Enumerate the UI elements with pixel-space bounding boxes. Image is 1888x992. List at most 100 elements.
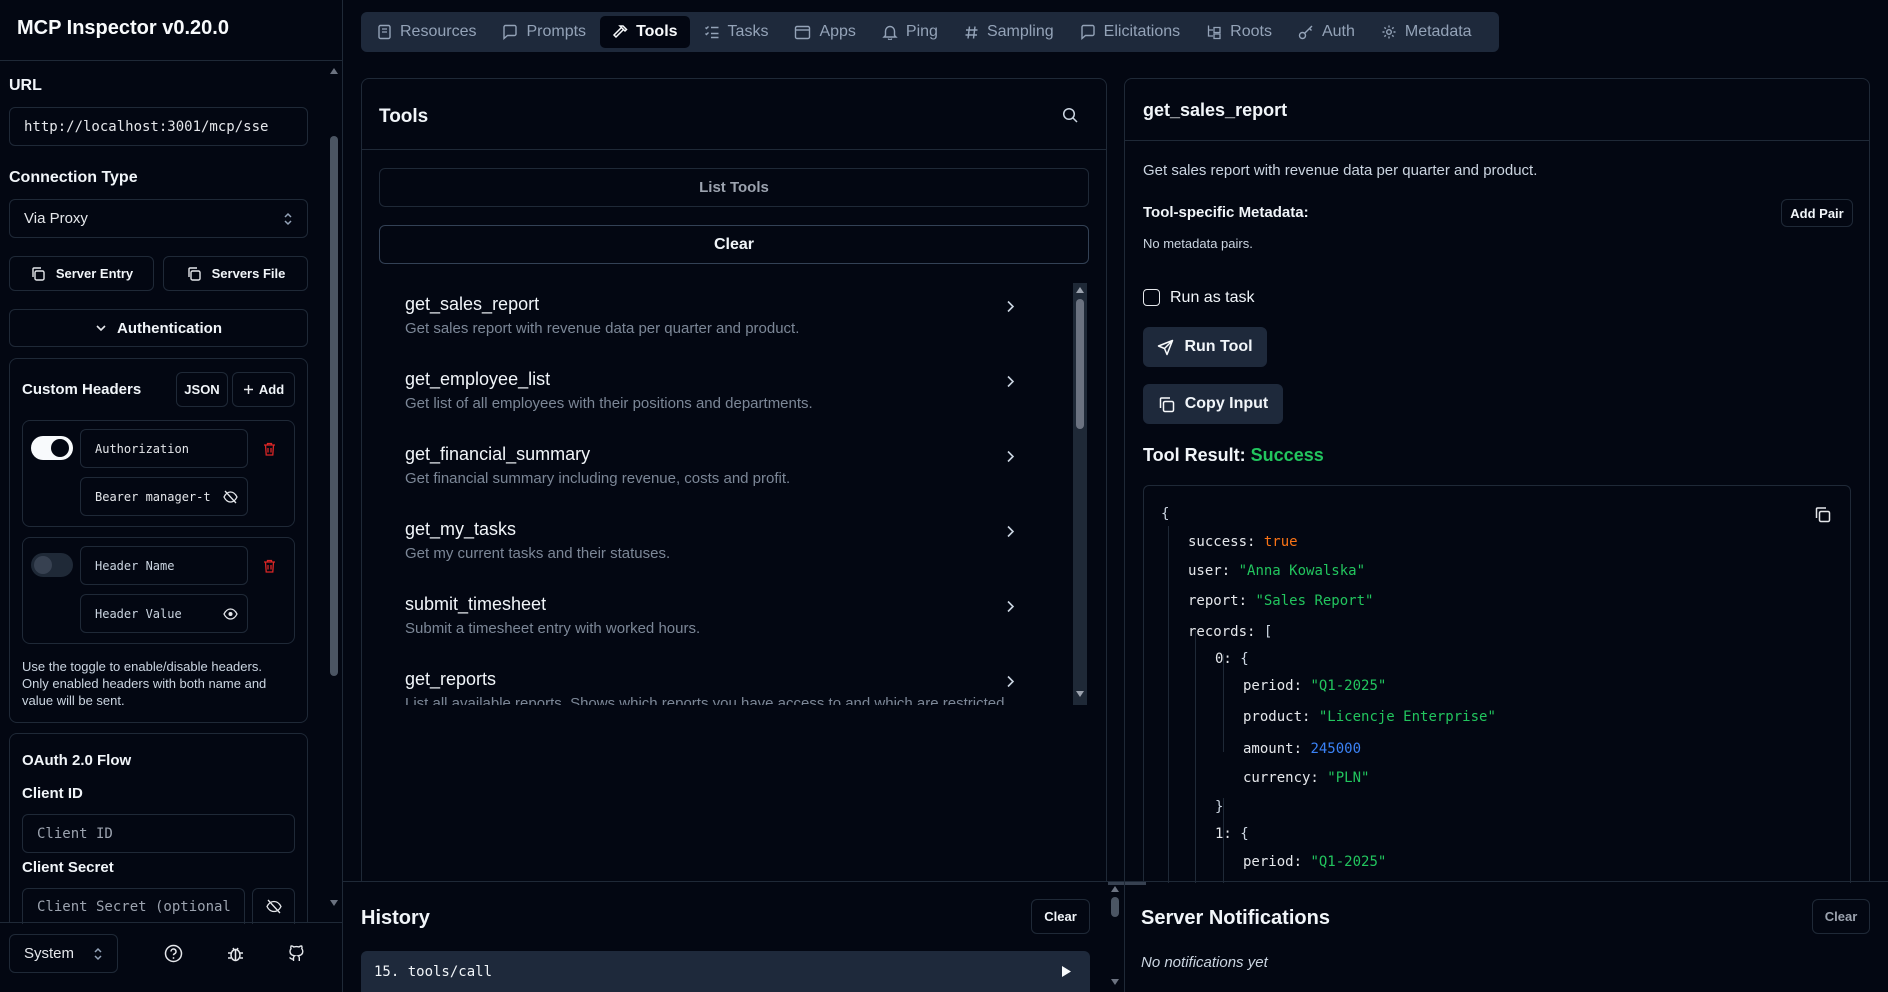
history-clear-button[interactable]: Clear bbox=[1031, 899, 1090, 934]
json-line-product: product: "Licencje Enterprise" bbox=[1243, 709, 1496, 725]
theme-select[interactable]: System bbox=[9, 934, 118, 973]
tool-item-submit-timesheet[interactable]: submit_timesheet Submit a timesheet entr… bbox=[405, 594, 1065, 664]
tab-ping[interactable]: Ping bbox=[870, 16, 950, 48]
add-header-label: Add bbox=[258, 382, 285, 397]
tab-ping-label: Ping bbox=[905, 23, 938, 40]
chevron-right-icon bbox=[1006, 675, 1015, 688]
add-header-button[interactable]: Add bbox=[232, 372, 295, 407]
tool-desc: Submit a timesheet entry with worked hou… bbox=[405, 620, 701, 637]
plus-icon bbox=[243, 384, 254, 395]
tool-name: get_my_tasks bbox=[405, 519, 517, 539]
trash-icon[interactable] bbox=[263, 442, 276, 456]
clear-tools-button[interactable]: Clear bbox=[379, 225, 1089, 264]
bell-icon bbox=[882, 24, 898, 40]
tool-result-label: Tool Result: bbox=[1143, 445, 1246, 465]
tab-auth[interactable]: Auth bbox=[1286, 16, 1367, 48]
run-as-task-checkbox[interactable] bbox=[1143, 289, 1160, 306]
json-line-idx1: 1: { bbox=[1215, 826, 1249, 842]
header-1-value-input[interactable]: Bearer manager-t⁠ bbox=[80, 477, 248, 516]
tab-roots-label: Roots bbox=[1230, 23, 1272, 40]
run-tool-button[interactable]: Run Tool bbox=[1143, 327, 1267, 367]
headers-hint: Use the toggle to enable/disable headers… bbox=[22, 659, 267, 708]
tool-list-scrollbar[interactable] bbox=[1073, 283, 1087, 705]
play-icon[interactable] bbox=[1061, 965, 1072, 978]
settings-icon bbox=[1381, 24, 1397, 40]
client-secret-label: Client Secret bbox=[22, 859, 114, 876]
copy-icon bbox=[30, 266, 46, 282]
sidebar-footer-divider bbox=[0, 922, 342, 923]
json-value: "Anna Kowalska" bbox=[1238, 563, 1366, 579]
tool-item-get-sales-report[interactable]: get_sales_report Get sales report with r… bbox=[405, 294, 1065, 364]
run-as-task-label: Run as task bbox=[1170, 289, 1255, 306]
json-line-period: period: "Q1-2025" bbox=[1243, 678, 1386, 694]
tab-apps[interactable]: Apps bbox=[782, 16, 867, 48]
tab-sampling[interactable]: Sampling bbox=[952, 16, 1066, 48]
json-guide-3 bbox=[1223, 654, 1224, 752]
no-metadata-text: No metadata pairs. bbox=[1143, 236, 1253, 251]
header-2-toggle[interactable] bbox=[31, 553, 73, 577]
url-input[interactable]: http://localhost:3001/mcp/sse bbox=[9, 107, 308, 146]
tab-bar: Resources Prompts Tools Tasks Apps Ping … bbox=[361, 12, 1499, 52]
run-tool-label: Run Tool bbox=[1184, 338, 1253, 355]
notifications-clear-button[interactable]: Clear bbox=[1812, 899, 1870, 934]
authentication-label: Authentication bbox=[117, 319, 222, 337]
header-row-2: Header Name Header Value bbox=[22, 537, 295, 644]
client-secret-input[interactable]: Client Secret (optional bbox=[22, 888, 245, 924]
tools-title: Tools bbox=[379, 106, 429, 127]
file-icon bbox=[377, 24, 392, 40]
json-line-records: records: [ bbox=[1188, 624, 1272, 640]
tab-metadata[interactable]: Metadata bbox=[1369, 16, 1484, 48]
tool-name: get_financial_summary bbox=[405, 444, 591, 464]
add-pair-button[interactable]: Add Pair bbox=[1781, 199, 1853, 227]
header-2-name-input[interactable]: Header Name bbox=[80, 546, 248, 585]
client-id-input[interactable]: Client ID bbox=[22, 814, 295, 853]
history-panel: History Clear 15. tools/call bbox=[343, 882, 1112, 992]
connection-type-select[interactable]: Via Proxy bbox=[9, 199, 308, 238]
header-2-value-input[interactable]: Header Value bbox=[80, 594, 248, 633]
tab-elicitations[interactable]: Elicitations bbox=[1068, 16, 1192, 48]
list-tools-button[interactable]: List Tools bbox=[379, 168, 1089, 207]
header-1-name-input[interactable]: Authorization bbox=[80, 429, 248, 468]
tool-item-get-employee-list[interactable]: get_employee_list Get list of all employ… bbox=[405, 369, 1065, 439]
tool-desc: List all available reports. Shows which … bbox=[405, 695, 1009, 705]
server-entry-button[interactable]: Server Entry bbox=[9, 256, 154, 291]
json-line-period-2: period: "Q1-2025" bbox=[1243, 854, 1386, 870]
tab-prompts[interactable]: Prompts bbox=[490, 16, 598, 48]
tool-name: get_reports bbox=[405, 669, 497, 689]
servers-file-button[interactable]: Servers File bbox=[163, 256, 308, 291]
servers-file-label: Servers File bbox=[211, 266, 286, 281]
tool-item-get-my-tasks[interactable]: get_my_tasks Get my current tasks and th… bbox=[405, 519, 1065, 589]
search-icon[interactable] bbox=[1062, 107, 1079, 124]
tool-item-get-reports[interactable]: get_reports List all available reports. … bbox=[405, 669, 1065, 705]
json-value: "PLN" bbox=[1327, 770, 1370, 786]
tool-item-get-financial-summary[interactable]: get_financial_summary Get financial summ… bbox=[405, 444, 1065, 514]
header-1-toggle[interactable] bbox=[31, 436, 73, 460]
copy-input-label: Copy Input bbox=[1184, 395, 1269, 412]
tool-name: submit_timesheet bbox=[405, 594, 547, 614]
bug-icon[interactable] bbox=[226, 944, 245, 963]
tab-tasks[interactable]: Tasks bbox=[692, 16, 781, 48]
history-entry[interactable]: 15. tools/call bbox=[361, 951, 1090, 992]
history-scrollbar[interactable] bbox=[1108, 884, 1122, 992]
tab-tools[interactable]: Tools bbox=[600, 16, 690, 48]
sidebar-scrollbar[interactable] bbox=[327, 62, 341, 912]
authentication-toggle-button[interactable]: Authentication bbox=[9, 309, 308, 347]
trash-icon[interactable] bbox=[263, 559, 276, 573]
copy-input-button[interactable]: Copy Input bbox=[1143, 384, 1283, 424]
app-window-icon bbox=[794, 25, 811, 40]
key-icon bbox=[1298, 24, 1314, 40]
tab-resources[interactable]: Resources bbox=[365, 16, 488, 48]
message-square-icon bbox=[1080, 24, 1096, 40]
json-line-user: user: "Anna Kowalska" bbox=[1188, 563, 1365, 579]
github-icon[interactable] bbox=[287, 944, 305, 963]
help-icon[interactable] bbox=[164, 944, 183, 963]
json-button[interactable]: JSON bbox=[176, 372, 228, 407]
copy-result-icon[interactable] bbox=[1814, 506, 1831, 523]
url-value: http://localhost:3001/mcp/sse bbox=[24, 118, 269, 135]
eye-icon[interactable] bbox=[223, 608, 238, 620]
json-key: product: bbox=[1243, 709, 1311, 725]
custom-headers-title: Custom Headers bbox=[22, 381, 142, 398]
tab-roots[interactable]: Roots bbox=[1194, 16, 1284, 48]
eye-off-icon[interactable] bbox=[223, 490, 238, 504]
client-secret-visibility-button[interactable] bbox=[252, 888, 295, 924]
